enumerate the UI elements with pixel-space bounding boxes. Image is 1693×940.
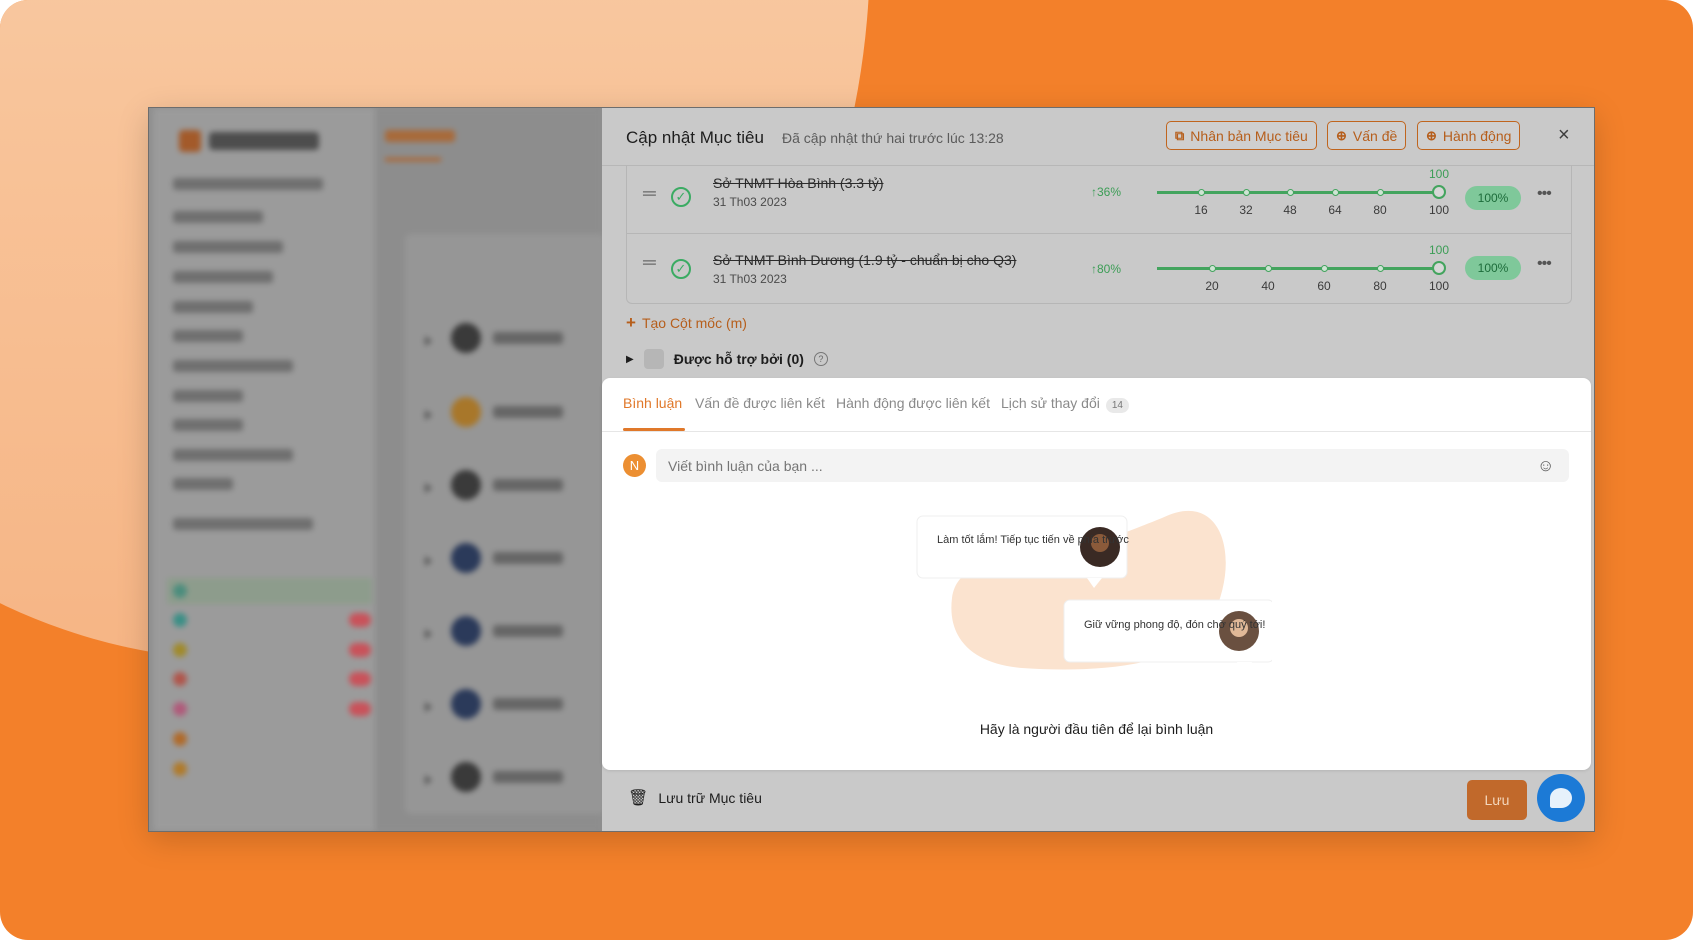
target-label: 100: [1428, 243, 1450, 257]
history-count-badge: 14: [1105, 398, 1129, 413]
milestone-row: ═ ✓ Sở TNMT Bình Dương (1.9 tỷ - chuẩn b…: [627, 233, 1571, 302]
tick-label: 20: [1205, 279, 1219, 293]
tick-label: 60: [1317, 279, 1331, 293]
brand-wordmark: [209, 132, 319, 150]
duplicate-goal-button[interactable]: ⧉ Nhân bản Mục tiêu: [1166, 121, 1317, 150]
copy-icon: ⧉: [1175, 127, 1185, 143]
drag-handle-icon[interactable]: ═: [643, 252, 656, 273]
check-circle-icon[interactable]: ✓: [671, 187, 691, 207]
archive-goal-label: Lưu trữ Mục tiêu: [658, 790, 762, 806]
milestone-row: ═ ✓ Sở TNMT Hòa Bình (3.3 tỷ) 31 Th03 20…: [627, 165, 1571, 233]
progress-tick: [1321, 265, 1328, 272]
hierarchy-icon: [643, 349, 664, 369]
progress-track[interactable]: 100 20 40 60 80 100: [1157, 243, 1449, 293]
add-action-button[interactable]: ⊕ Hành động: [1417, 121, 1521, 150]
progress-track[interactable]: 100 16 32 48 64 80 100: [1157, 167, 1449, 217]
emoji-icon[interactable]: ☺: [1537, 456, 1554, 476]
tab-linked-issues[interactable]: Vấn đề được liên kết: [695, 395, 825, 411]
milestone-table: ═ ✓ Sở TNMT Hòa Bình (3.3 tỷ) 31 Th03 20…: [626, 165, 1572, 304]
caret-right-icon: ▶: [626, 353, 634, 365]
progress-tick: [1377, 265, 1384, 272]
milestone-name[interactable]: Sở TNMT Bình Dương (1.9 tỷ - chuẩn bị ch…: [713, 252, 1016, 268]
progress-tick: [1209, 265, 1216, 272]
milestone-date: 31 Th03 2023: [713, 272, 787, 286]
app-screenshot: Cập nhật Mục tiêu Đã cập nhật thứ hai tr…: [149, 108, 1594, 831]
plus-circle-icon: ⊕: [1426, 127, 1437, 143]
marketing-backdrop: Cập nhật Mục tiêu Đã cập nhật thứ hai tr…: [0, 0, 1693, 940]
progress-handle[interactable]: [1432, 185, 1446, 199]
tab-linked-actions[interactable]: Hành động được liên kết: [836, 395, 990, 411]
tick-label: 32: [1239, 203, 1253, 217]
help-icon[interactable]: ?: [813, 352, 828, 366]
progress-badge: 100%: [1465, 256, 1521, 280]
progress-tick: [1198, 189, 1205, 196]
progress-badge: 100%: [1465, 186, 1521, 210]
milestone-name[interactable]: Sở TNMT Hòa Bình (3.3 tỷ): [713, 175, 884, 191]
progress-handle[interactable]: [1432, 261, 1446, 275]
blurred-background-app: [149, 108, 605, 831]
comment-tabs: Bình luận Vấn đề được liên kết Hành động…: [602, 378, 1591, 432]
tab-change-history[interactable]: Lịch sử thay đổi 14: [1001, 395, 1129, 413]
close-icon[interactable]: ×: [1558, 124, 1570, 147]
duplicate-goal-label: Nhân bản Mục tiêu: [1190, 127, 1308, 144]
more-options-icon[interactable]: •••: [1537, 255, 1552, 273]
comments-card: Bình luận Vấn đề được liên kết Hành động…: [602, 378, 1591, 770]
supported-by-label: Được hỗ trợ bởi (0): [673, 351, 804, 367]
bubble-text-2: Giữ vững phong độ, đón chờ quý tới!: [1084, 619, 1265, 631]
brand-logo-icon: [179, 130, 201, 152]
save-button[interactable]: Lưu: [1467, 780, 1527, 820]
tick-label: 16: [1194, 203, 1208, 217]
milestone-change: ↑80%: [1091, 262, 1122, 276]
add-issue-button[interactable]: ⊕ Vấn đề: [1327, 121, 1407, 150]
tick-label: 80: [1373, 203, 1387, 217]
progress-tick: [1243, 189, 1250, 196]
chat-bubble-icon[interactable]: [1537, 774, 1585, 822]
supported-by-row[interactable]: ▶ Được hỗ trợ bởi (0) ?: [626, 349, 828, 369]
tick-label: 48: [1283, 203, 1297, 217]
bubble-text-1: Làm tốt lắm! Tiếp tục tiến về phía trước: [937, 533, 1129, 546]
tick-label: 100: [1428, 203, 1450, 217]
drawer-title: Cập nhật Mục tiêu: [626, 128, 764, 147]
tick-label: 64: [1328, 203, 1342, 217]
target-label: 100: [1428, 167, 1450, 181]
tab-comments[interactable]: Bình luận: [623, 395, 682, 411]
drag-handle-icon[interactable]: ═: [643, 183, 656, 204]
tick-label: 100: [1428, 279, 1450, 293]
last-updated-text: Đã cập nhật thứ hai trước lúc 13:28: [782, 130, 1004, 146]
add-issue-label: Vấn đề: [1352, 127, 1398, 144]
empty-comments-illustration: Làm tốt lắm! Tiếp tục tiến về phía trước…: [916, 510, 1272, 672]
archive-goal-button[interactable]: 🗑 Lưu trữ Mục tiêu: [628, 788, 762, 808]
tick-label: 80: [1373, 279, 1387, 293]
milestone-change: ↑36%: [1091, 185, 1122, 199]
avatar: N: [623, 454, 646, 477]
progress-tick: [1377, 189, 1384, 196]
milestone-date: 31 Th03 2023: [713, 195, 787, 209]
plus-circle-icon: ⊕: [1336, 127, 1347, 143]
more-options-icon[interactable]: •••: [1537, 185, 1552, 203]
comment-input[interactable]: [656, 449, 1569, 482]
tick-label: 40: [1261, 279, 1275, 293]
trash-icon: 🗑: [628, 790, 649, 807]
progress-tick: [1332, 189, 1339, 196]
progress-tick: [1287, 189, 1294, 196]
update-goal-drawer: Cập nhật Mục tiêu Đã cập nhật thứ hai tr…: [602, 108, 1594, 831]
add-milestone-link[interactable]: + Tạo Cột mốc (m): [626, 313, 747, 333]
tab-change-history-label: Lịch sử thay đổi: [1001, 395, 1100, 411]
empty-comments-text: Hãy là người đầu tiên để lại bình luận: [979, 721, 1214, 737]
progress-tick: [1265, 265, 1272, 272]
add-milestone-label: Tạo Cột mốc (m): [641, 315, 747, 331]
background-list: [375, 108, 605, 831]
check-circle-icon[interactable]: ✓: [671, 259, 691, 279]
plus-icon: +: [626, 313, 636, 332]
add-action-label: Hành động: [1442, 127, 1512, 144]
sidebar: [153, 108, 375, 831]
drawer-header: Cập nhật Mục tiêu Đã cập nhật thứ hai tr…: [602, 108, 1594, 166]
active-tab-underline: [623, 428, 685, 431]
